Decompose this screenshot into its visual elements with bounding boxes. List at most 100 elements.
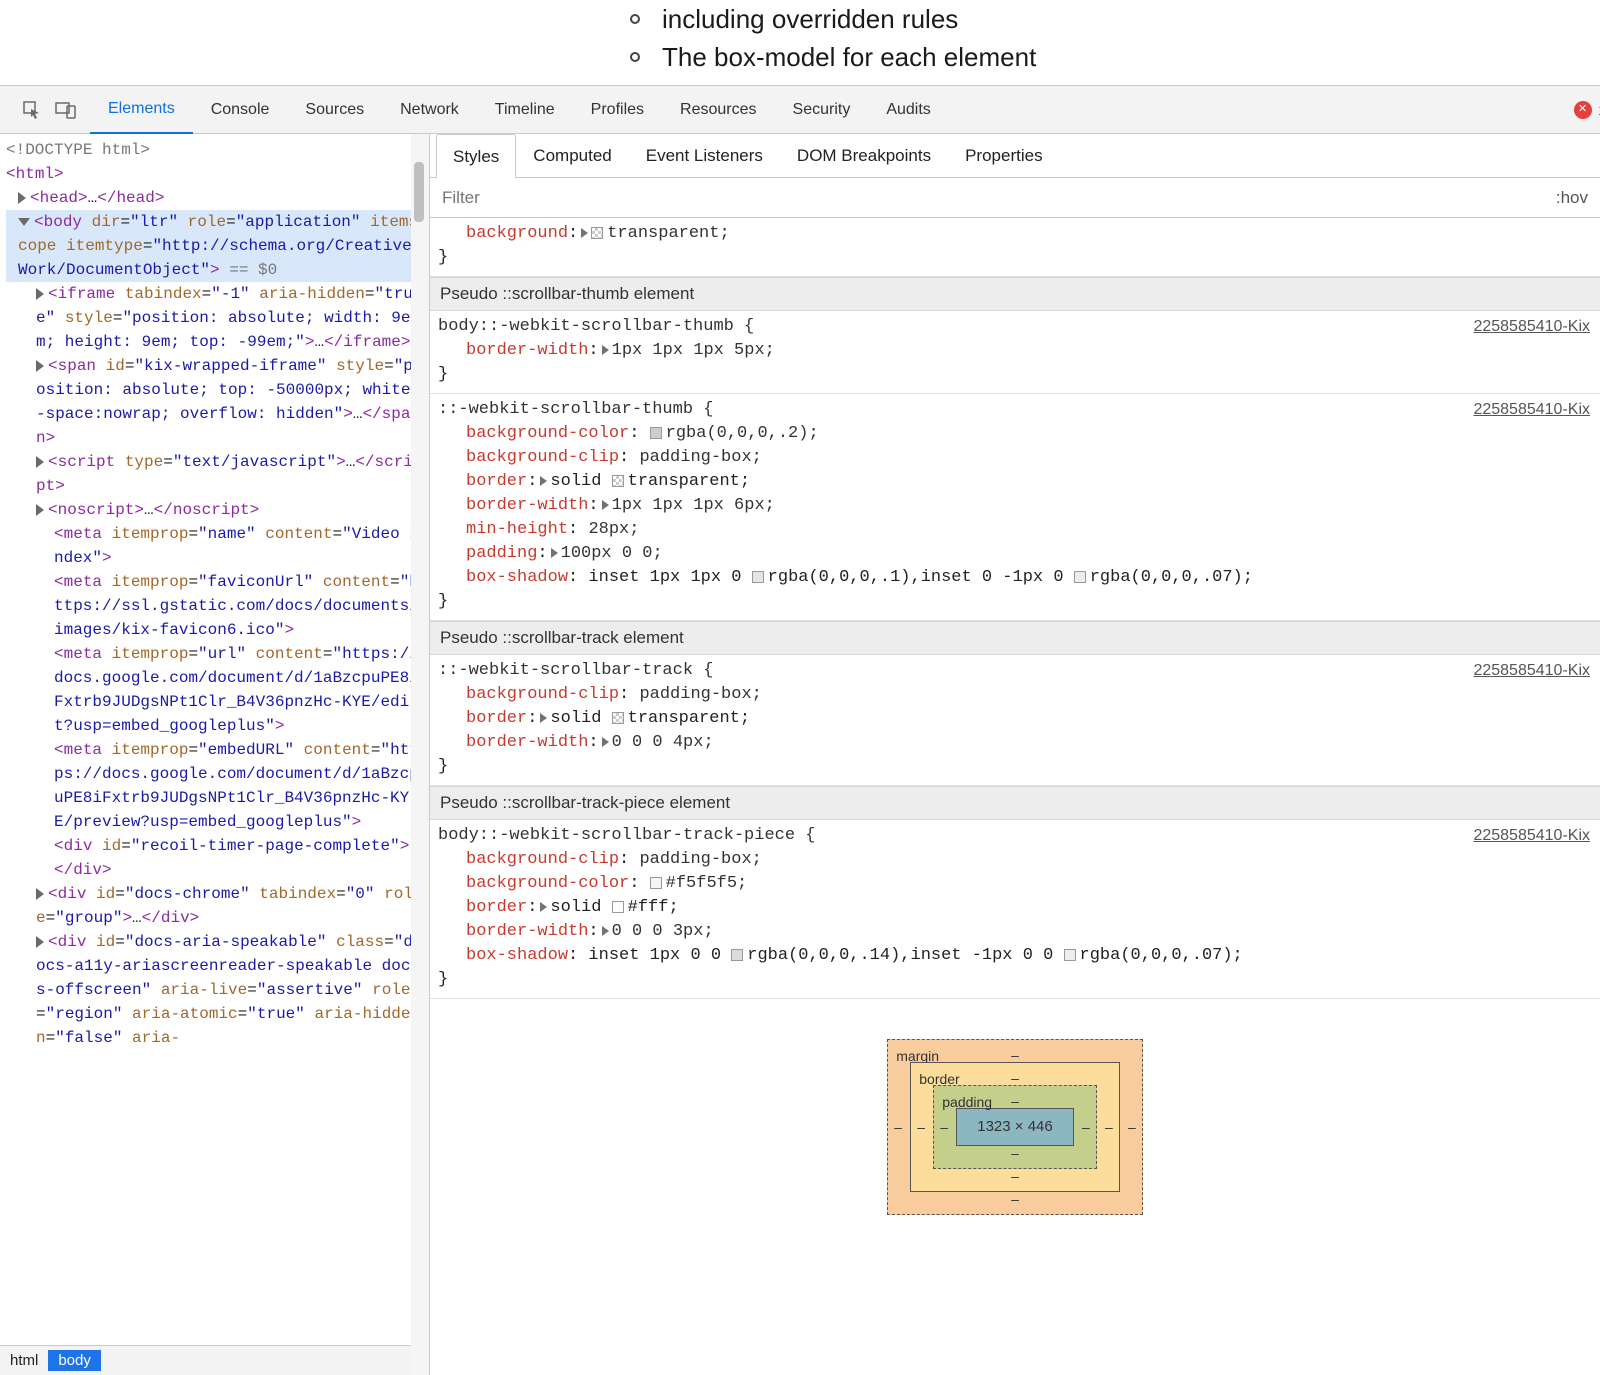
- styles-tab-properties[interactable]: Properties: [948, 134, 1059, 177]
- rule-origin-link[interactable]: 2258585410-Kix: [1473, 659, 1590, 683]
- css-prop-value[interactable]: padding-box;: [639, 685, 761, 704]
- css-prop-value[interactable]: 1px 1px 1px 5px;: [612, 341, 775, 360]
- inspect-element-icon[interactable]: [18, 96, 46, 124]
- color-swatch-icon[interactable]: [612, 475, 624, 487]
- tab-audits[interactable]: Audits: [868, 86, 948, 133]
- expand-icon[interactable]: [36, 888, 44, 900]
- tab-profiles[interactable]: Profiles: [573, 86, 662, 133]
- collapse-icon[interactable]: [18, 218, 30, 226]
- css-prop-name[interactable]: background-color: [466, 874, 629, 893]
- styles-tab-styles[interactable]: Styles: [436, 134, 516, 178]
- color-swatch-icon[interactable]: [650, 427, 662, 439]
- css-prop-name[interactable]: background-color: [466, 424, 629, 443]
- css-prop-value[interactable]: 0 0 0 4px;: [612, 733, 714, 752]
- expand-icon[interactable]: [540, 713, 547, 723]
- css-rule-partial[interactable]: background:transparent; }: [430, 218, 1600, 277]
- tab-elements[interactable]: Elements: [90, 86, 193, 134]
- css-rule-track[interactable]: 2258585410-Kix ::-webkit-scrollbar-track…: [430, 655, 1600, 786]
- expand-icon[interactable]: [18, 192, 26, 204]
- css-prop-value[interactable]: 100px 0 0;: [561, 544, 663, 563]
- expand-icon[interactable]: [36, 504, 44, 516]
- dom-meta-url[interactable]: <meta itemprop="url" content="https://do…: [6, 642, 429, 738]
- css-selector[interactable]: body::-webkit-scrollbar-track-piece {: [438, 824, 1592, 848]
- dom-recoil[interactable]: <div id="recoil-timer-page-complete"></d…: [6, 834, 429, 882]
- tab-console[interactable]: Console: [193, 86, 288, 133]
- dom-span[interactable]: <span id="kix-wrapped-iframe" style="pos…: [6, 354, 429, 450]
- tab-timeline[interactable]: Timeline: [477, 86, 573, 133]
- css-prop-value[interactable]: rgba(0,0,0,.2);: [666, 424, 819, 443]
- styles-tab-computed[interactable]: Computed: [516, 134, 628, 177]
- css-prop-name[interactable]: border-width: [466, 922, 588, 941]
- css-prop-name[interactable]: background-clip: [466, 448, 619, 467]
- dom-doctype[interactable]: <!DOCTYPE html>: [6, 138, 429, 162]
- dom-meta-embed[interactable]: <meta itemprop="embedURL" content="https…: [6, 738, 429, 834]
- tab-resources[interactable]: Resources: [662, 86, 774, 133]
- expand-icon[interactable]: [36, 936, 44, 948]
- css-prop-name[interactable]: box-shadow: [466, 568, 568, 587]
- breadcrumb-body[interactable]: body: [48, 1350, 101, 1371]
- rule-origin-link[interactable]: 2258585410-Kix: [1473, 398, 1590, 422]
- dom-head[interactable]: <head>…</head>: [6, 186, 429, 210]
- css-prop-value[interactable]: transparent;: [607, 224, 729, 243]
- css-prop-value[interactable]: padding-box;: [639, 850, 761, 869]
- css-prop-name[interactable]: border-width: [466, 341, 588, 360]
- expand-icon[interactable]: [602, 345, 609, 355]
- expand-icon[interactable]: [602, 500, 609, 510]
- css-prop-name[interactable]: min-height: [466, 520, 568, 539]
- expand-icon[interactable]: [540, 476, 547, 486]
- styles-tab-dom-breakpoints[interactable]: DOM Breakpoints: [780, 134, 948, 177]
- color-swatch-icon[interactable]: [591, 227, 603, 239]
- css-prop-name[interactable]: border: [466, 472, 527, 491]
- error-badge-icon[interactable]: [1574, 101, 1592, 119]
- expand-icon[interactable]: [36, 288, 44, 300]
- dom-noscript[interactable]: <noscript>…</noscript>: [6, 498, 429, 522]
- device-toggle-icon[interactable]: [52, 96, 80, 124]
- dom-script[interactable]: <script type="text/javascript">…</script…: [6, 450, 429, 498]
- expand-icon[interactable]: [551, 548, 558, 558]
- styles-tab-listeners[interactable]: Event Listeners: [629, 134, 780, 177]
- dom-meta-name[interactable]: <meta itemprop="name" content="Video Ind…: [6, 522, 429, 570]
- css-prop-name[interactable]: border: [466, 898, 527, 917]
- css-prop-name[interactable]: background-clip: [466, 850, 619, 869]
- dom-body-selected[interactable]: <body dir="ltr" role="application" items…: [6, 210, 429, 282]
- dom-scrollbar[interactable]: [411, 134, 429, 1375]
- css-selector[interactable]: ::-webkit-scrollbar-thumb {: [438, 398, 1592, 422]
- css-selector[interactable]: ::-webkit-scrollbar-track {: [438, 659, 1592, 683]
- css-prop-name[interactable]: background: [466, 224, 568, 243]
- rule-origin-link[interactable]: 2258585410-Kix: [1473, 824, 1590, 848]
- color-swatch-icon[interactable]: [650, 877, 662, 889]
- expand-icon[interactable]: [602, 926, 609, 936]
- rule-origin-link[interactable]: 2258585410-Kix: [1473, 315, 1590, 339]
- expand-icon[interactable]: [581, 228, 588, 238]
- css-prop-name[interactable]: border: [466, 709, 527, 728]
- css-prop-name[interactable]: padding: [466, 544, 537, 563]
- hov-toggle[interactable]: :hov: [1556, 188, 1588, 208]
- color-swatch-icon[interactable]: [752, 571, 764, 583]
- styles-body[interactable]: background:transparent; } Pseudo ::scrol…: [430, 218, 1600, 1375]
- expand-icon[interactable]: [36, 456, 44, 468]
- css-selector[interactable]: body::-webkit-scrollbar-thumb {: [438, 315, 1592, 339]
- css-rule-thumb[interactable]: 2258585410-Kix ::-webkit-scrollbar-thumb…: [430, 394, 1600, 621]
- dom-meta-favicon[interactable]: <meta itemprop="faviconUrl" content="htt…: [6, 570, 429, 642]
- css-rule-thumb-body[interactable]: 2258585410-Kix body::-webkit-scrollbar-t…: [430, 311, 1600, 394]
- color-swatch-icon[interactable]: [1064, 949, 1076, 961]
- css-prop-name[interactable]: box-shadow: [466, 946, 568, 965]
- css-prop-name[interactable]: border-width: [466, 496, 588, 515]
- dom-aria-speakable[interactable]: <div id="docs-aria-speakable" class="doc…: [6, 930, 429, 1050]
- dom-docs-chrome[interactable]: <div id="docs-chrome" tabindex="0" role=…: [6, 882, 429, 930]
- css-prop-value[interactable]: 28px;: [588, 520, 639, 539]
- dom-iframe[interactable]: <iframe tabindex="-1" aria-hidden="true"…: [6, 282, 429, 354]
- dom-tree[interactable]: <!DOCTYPE html> <html> <head>…</head> <b…: [0, 134, 429, 1345]
- css-prop-name[interactable]: background-clip: [466, 685, 619, 704]
- expand-icon[interactable]: [540, 902, 547, 912]
- color-swatch-icon[interactable]: [731, 949, 743, 961]
- expand-icon[interactable]: [602, 737, 609, 747]
- color-swatch-icon[interactable]: [612, 712, 624, 724]
- scrollbar-thumb[interactable]: [414, 162, 424, 222]
- css-rule-track-piece[interactable]: 2258585410-Kix body::-webkit-scrollbar-t…: [430, 820, 1600, 999]
- css-prop-value[interactable]: 0 0 0 3px;: [612, 922, 714, 941]
- color-swatch-icon[interactable]: [612, 901, 624, 913]
- breadcrumb-html[interactable]: html: [0, 1350, 48, 1371]
- dom-html-open[interactable]: <html>: [6, 162, 429, 186]
- color-swatch-icon[interactable]: [1074, 571, 1086, 583]
